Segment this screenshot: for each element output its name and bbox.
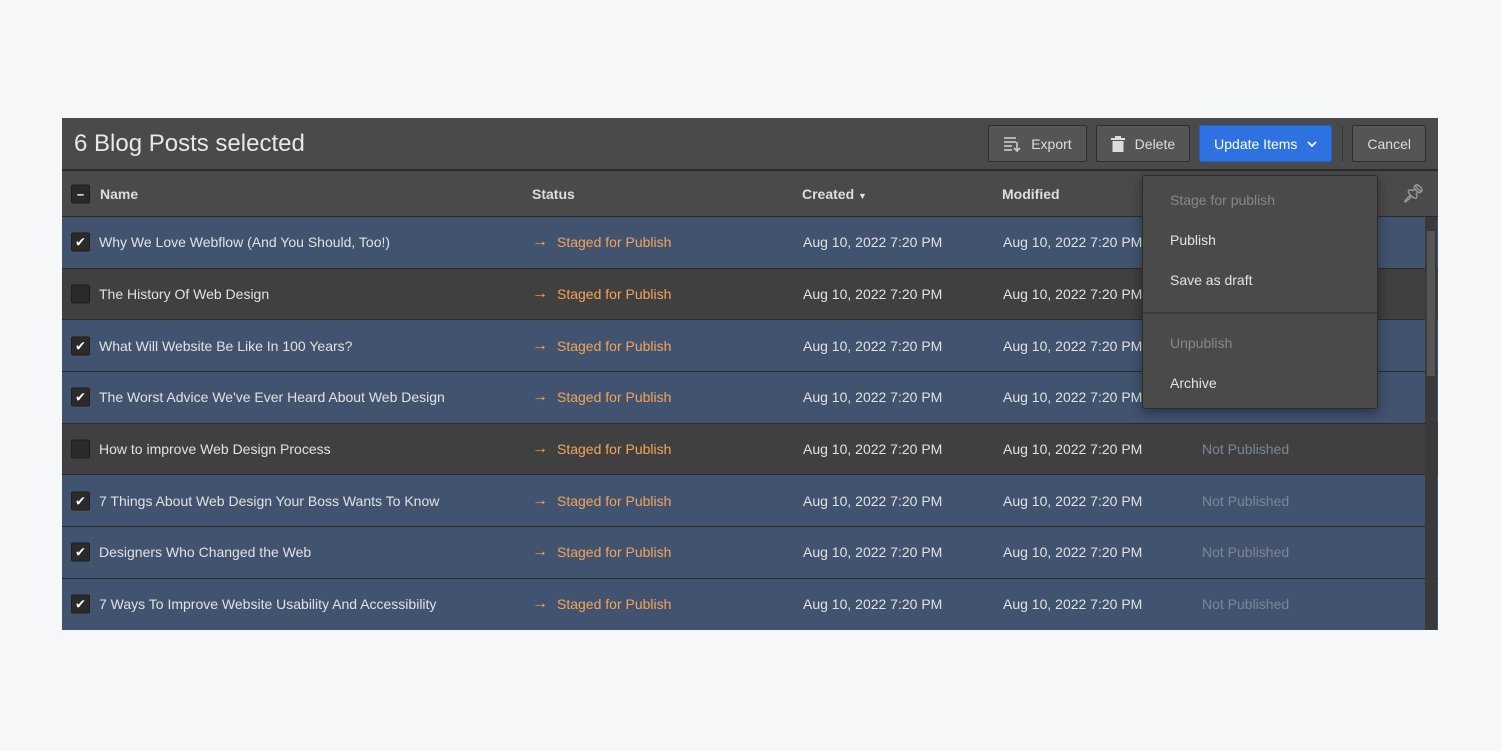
column-modified[interactable]: Modified [1002, 186, 1060, 202]
menu-divider [1143, 312, 1377, 314]
arrow-right-icon: → [532, 336, 548, 354]
arrow-right-icon: → [532, 233, 548, 251]
menu-item-save-as-draft[interactable]: Save as draft [1170, 272, 1253, 288]
row-status: Staged for Publish [557, 389, 672, 406]
caret-down-icon: ▼ [858, 190, 867, 201]
cancel-button[interactable]: Cancel [1352, 125, 1426, 162]
arrow-right-icon: → [532, 491, 548, 509]
row-status: Staged for Publish [557, 441, 672, 458]
row-status: Staged for Publish [557, 596, 672, 613]
trash-icon [1110, 135, 1125, 152]
row-checkbox[interactable]: ✔ [71, 387, 90, 407]
row-created: Aug 10, 2022 7:20 PM [803, 234, 943, 251]
arrow-right-icon: → [532, 440, 548, 458]
row-published: Not Published [1202, 441, 1290, 458]
row-name[interactable]: Designers Who Changed the Web [99, 544, 311, 560]
row-modified: Aug 10, 2022 7:20 PM [1003, 389, 1143, 406]
row-modified: Aug 10, 2022 7:20 PM [1003, 286, 1143, 303]
row-checkbox[interactable]: ✔ [71, 232, 90, 252]
row-modified: Aug 10, 2022 7:20 PM [1003, 492, 1143, 509]
row-name[interactable]: The Worst Advice We've Ever Heard About … [99, 389, 445, 405]
delete-button[interactable]: Delete [1095, 125, 1191, 162]
row-modified: Aug 10, 2022 7:20 PM [1003, 337, 1143, 354]
row-checkbox[interactable] [71, 439, 90, 459]
arrow-right-icon: → [532, 595, 548, 613]
update-items-dropdown-button[interactable]: Update Items [1199, 125, 1333, 162]
table-row[interactable]: ✔ 7 Things About Web Design Your Boss Wa… [62, 475, 1438, 528]
row-checkbox[interactable]: ✔ [71, 594, 90, 614]
row-published: Not Published [1202, 596, 1290, 613]
scrollbar[interactable] [1425, 217, 1437, 630]
row-checkbox[interactable] [71, 284, 90, 304]
pin-icon[interactable]: 📌︎ [1402, 183, 1425, 204]
row-created: Aug 10, 2022 7:20 PM [803, 492, 943, 509]
arrow-right-icon: → [532, 388, 548, 406]
row-name[interactable]: What Will Website Be Like In 100 Years? [99, 338, 352, 354]
export-icon [1004, 136, 1021, 152]
row-created: Aug 10, 2022 7:20 PM [803, 337, 943, 354]
column-created[interactable]: Created ▼ [802, 186, 867, 202]
row-published: Not Published [1202, 544, 1290, 561]
update-items-menu: Stage for publish Publish Save as draft … [1142, 175, 1378, 409]
menu-item-archive[interactable]: Archive [1170, 375, 1217, 391]
menu-item-unpublish[interactable]: Unpublish [1170, 335, 1232, 351]
row-status: Staged for Publish [557, 544, 672, 561]
arrow-right-icon: → [532, 285, 548, 303]
export-button[interactable]: Export [988, 125, 1087, 162]
select-all-checkbox[interactable]: – [71, 184, 90, 203]
row-name[interactable]: The History Of Web Design [99, 286, 269, 302]
row-created: Aug 10, 2022 7:20 PM [803, 596, 943, 613]
column-name[interactable]: Name [100, 186, 138, 202]
table-row[interactable]: ✔ 7 Ways To Improve Website Usability An… [62, 578, 1438, 630]
row-modified: Aug 10, 2022 7:20 PM [1003, 596, 1143, 613]
row-checkbox[interactable]: ✔ [71, 491, 90, 511]
selection-toolbar: 6 Blog Posts selected Export Delete Upda… [62, 118, 1438, 171]
menu-item-stage-for-publish[interactable]: Stage for publish [1170, 192, 1275, 208]
column-status[interactable]: Status [532, 186, 575, 202]
row-created: Aug 10, 2022 7:20 PM [803, 544, 943, 561]
menu-item-publish[interactable]: Publish [1170, 232, 1216, 248]
row-created: Aug 10, 2022 7:20 PM [803, 286, 943, 303]
row-created: Aug 10, 2022 7:20 PM [803, 441, 943, 458]
row-published: Not Published [1202, 492, 1290, 509]
table-row[interactable]: How to improve Web Design Process → Stag… [62, 423, 1438, 476]
row-created: Aug 10, 2022 7:20 PM [803, 389, 943, 406]
arrow-right-icon: → [532, 543, 548, 561]
selection-title: 6 Blog Posts selected [74, 129, 305, 157]
row-status: Staged for Publish [557, 492, 672, 509]
row-checkbox[interactable]: ✔ [71, 336, 90, 356]
row-status: Staged for Publish [557, 234, 672, 251]
toolbar-divider [1342, 125, 1344, 162]
row-modified: Aug 10, 2022 7:20 PM [1003, 544, 1143, 561]
row-checkbox[interactable]: ✔ [71, 542, 90, 562]
scrollbar-thumb[interactable] [1427, 231, 1435, 376]
row-name[interactable]: 7 Things About Web Design Your Boss Want… [99, 493, 439, 509]
row-status: Staged for Publish [557, 286, 672, 303]
chevron-down-icon [1307, 140, 1318, 147]
row-name[interactable]: 7 Ways To Improve Website Usability And … [99, 596, 436, 612]
row-modified: Aug 10, 2022 7:20 PM [1003, 234, 1143, 251]
row-modified: Aug 10, 2022 7:20 PM [1003, 441, 1143, 458]
row-name[interactable]: How to improve Web Design Process [99, 441, 331, 457]
row-name[interactable]: Why We Love Webflow (And You Should, Too… [99, 234, 390, 250]
table-row[interactable]: ✔ Designers Who Changed the Web → Staged… [62, 527, 1438, 579]
row-status: Staged for Publish [557, 337, 672, 354]
